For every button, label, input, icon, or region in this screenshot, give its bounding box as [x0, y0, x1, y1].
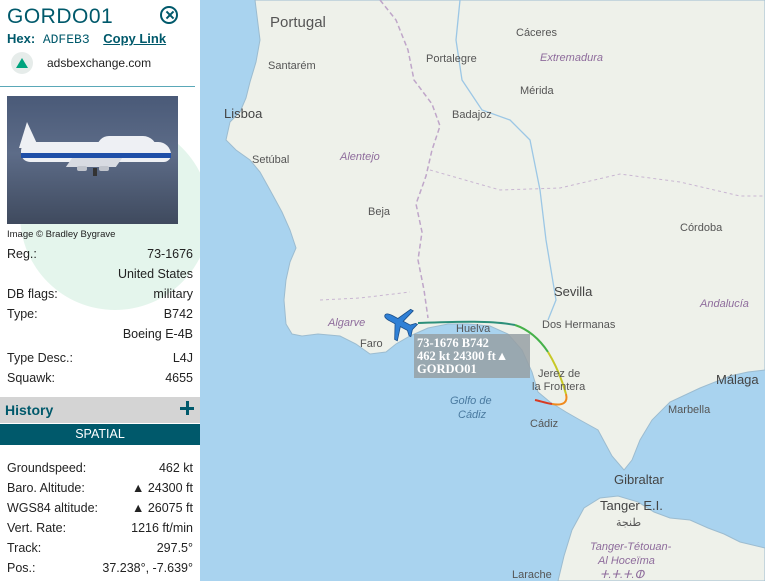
adsbexchange-logo-icon	[11, 52, 33, 74]
map-label-region: Tanger-Tétouan-	[590, 541, 672, 553]
detail-value: 73-1676	[147, 247, 193, 261]
site-link[interactable]: adsbexchange.com	[47, 56, 151, 70]
map-label-city: Faro	[360, 338, 383, 350]
spatial-label: Vert. Rate:	[7, 521, 67, 535]
spatial-label: Pos.:	[7, 561, 36, 575]
map-label-city: Sevilla	[554, 284, 593, 299]
map-label-city: la Frontera	[532, 381, 586, 393]
map-label-city: Jerez de	[538, 368, 580, 380]
spatial-value: 1216 ft/min	[131, 521, 193, 535]
detail-row-typedesc: Type Desc.: L4J	[7, 351, 193, 367]
spatial-row-position: Pos.: 37.238°, -7.639°	[7, 561, 193, 577]
spatial-row-track: Track: 297.5°	[7, 541, 193, 557]
map-label-region: Andalucía	[699, 298, 749, 310]
map-label-city: Mérida	[520, 85, 555, 97]
history-title: History	[5, 402, 54, 418]
spatial-value: ▲ 24300 ft	[131, 481, 193, 495]
detail-row-type: Type: B742	[7, 307, 193, 323]
map-label-city: Setúbal	[252, 154, 289, 166]
tab-spatial[interactable]: SPATIAL	[0, 424, 200, 445]
history-header[interactable]: History	[0, 397, 200, 423]
map-label-city: Portalegre	[426, 53, 477, 65]
detail-row-reg: Reg.: 73-1676	[7, 247, 193, 263]
detail-label: Squawk:	[7, 371, 55, 385]
map-label-region: ⵜ.ⵜ.ⵜ.ⵀ	[600, 569, 645, 581]
copy-link[interactable]: Copy Link	[103, 31, 166, 46]
map-label-city: Beja	[368, 206, 391, 218]
detail-label: DB flags:	[7, 287, 58, 301]
map-label-city: Cádiz	[530, 418, 558, 430]
detail-value: Boeing E-4B	[122, 327, 193, 341]
aircraft-info-panel: GORDO01 Hex: ADFEB3 Copy Link adsbexchan…	[0, 0, 201, 581]
map-label-region: Algarve	[327, 317, 365, 329]
detail-row-dbflags: DB flags: military	[7, 287, 193, 303]
map-label-region: Alentejo	[339, 151, 380, 163]
detail-value: 4655	[165, 371, 193, 385]
image-credit: Image © Bradley Bygrave	[7, 229, 116, 240]
spatial-value: 297.5°	[156, 541, 193, 555]
spatial-row-vert-rate: Vert. Rate: 1216 ft/min	[7, 521, 193, 537]
detail-value: L4J	[172, 351, 193, 365]
spatial-label: Groundspeed:	[7, 461, 87, 475]
aircraft-label-line3: GORDO01	[417, 362, 477, 376]
map-label-city: Cáceres	[516, 27, 557, 39]
detail-value: B742	[163, 307, 193, 321]
spatial-label: Track:	[7, 541, 42, 555]
spatial-label: Baro. Altitude:	[7, 481, 85, 495]
base-map[interactable]: Portugal Cáceres Portalegre Extremadura …	[200, 0, 765, 581]
spatial-row-groundspeed: Groundspeed: 462 kt	[7, 461, 193, 477]
spatial-label: WGS84 altitude:	[7, 501, 99, 515]
map-label-city: Dos Hermanas	[542, 319, 616, 331]
expand-plus-icon[interactable]	[179, 400, 195, 416]
map-label-city: Tanger E.I.	[600, 498, 663, 513]
divider	[0, 86, 195, 87]
map-label-city: Marbella	[668, 404, 711, 416]
aircraft-label[interactable]: 73-1676 B742 462 kt 24300 ft▲ GORDO01	[414, 334, 530, 378]
close-icon[interactable]	[160, 6, 178, 24]
map-label-city: Larache	[512, 569, 552, 581]
callsign-title: GORDO01	[7, 5, 114, 28]
spatial-value: 462 kt	[158, 461, 193, 475]
hex-row: Hex: ADFEB3 Copy Link	[7, 31, 166, 47]
detail-row-squawk: Squawk: 4655	[7, 371, 193, 387]
map-label-city: Gibraltar	[614, 472, 665, 487]
map-label-city: Córdoba	[680, 222, 723, 234]
spatial-value: ▲ 26075 ft	[131, 501, 193, 515]
map-label-city: Málaga	[716, 372, 759, 387]
aircraft-photo[interactable]	[7, 96, 178, 224]
map-label-city: Lisboa	[224, 106, 263, 121]
map-label-region: Al Hoceïma	[597, 555, 655, 567]
spatial-row-wgs84-alt: WGS84 altitude: ▲ 26075 ft	[7, 501, 193, 517]
map-label-city: Santarém	[268, 60, 316, 72]
detail-row-country: United States	[7, 267, 193, 283]
hex-value: ADFEB3	[42, 32, 90, 47]
detail-label: Type:	[7, 307, 38, 321]
detail-value: United States	[117, 267, 193, 281]
spatial-row-baro-alt: Baro. Altitude: ▲ 24300 ft	[7, 481, 193, 497]
detail-value: military	[153, 287, 193, 301]
map-label-city: Badajoz	[452, 109, 492, 121]
spatial-value: 37.238°, -7.639°	[102, 561, 193, 575]
hex-label: Hex:	[7, 31, 36, 46]
detail-row-type-name: Boeing E-4B	[7, 327, 193, 343]
map-label-city: طنجة	[616, 517, 641, 529]
map-label-sea: Golfo de	[450, 395, 492, 407]
map-label-region: Extremadura	[540, 52, 603, 64]
map-view[interactable]: Portugal Cáceres Portalegre Extremadura …	[200, 0, 765, 581]
map-label-country: Portugal	[270, 14, 326, 31]
map-label-sea: Cádiz	[458, 409, 487, 421]
detail-label: Type Desc.:	[7, 351, 73, 365]
detail-label: Reg.:	[7, 247, 37, 261]
